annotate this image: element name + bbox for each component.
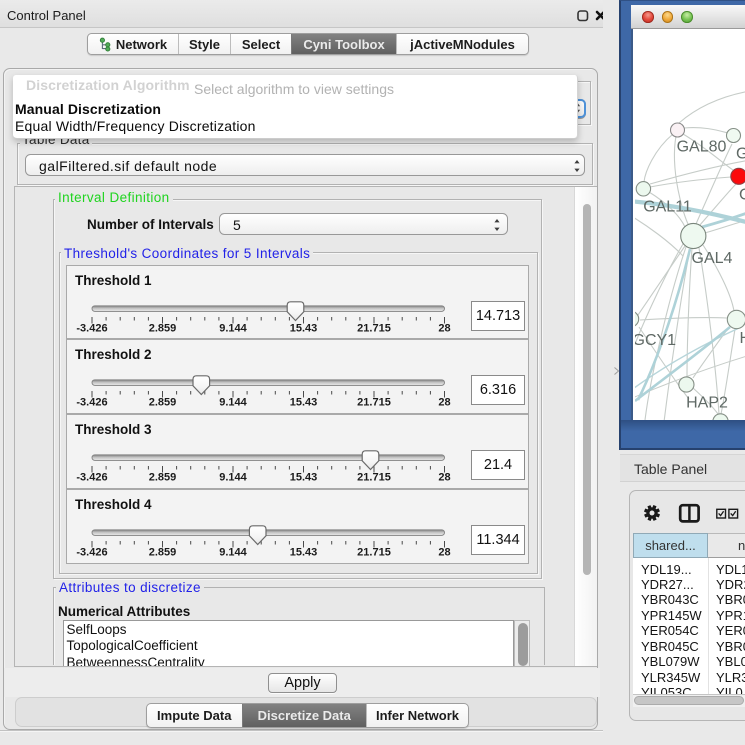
svg-text:-3.426: -3.426 bbox=[76, 472, 107, 484]
svg-text:GCY1: GCY1 bbox=[635, 332, 676, 349]
svg-text:28: 28 bbox=[438, 546, 450, 558]
svg-text:21.715: 21.715 bbox=[357, 397, 391, 409]
svg-text:9.144: 9.144 bbox=[219, 472, 247, 484]
svg-text:H: H bbox=[740, 330, 745, 347]
svg-text:28: 28 bbox=[438, 397, 450, 409]
svg-text:9.144: 9.144 bbox=[219, 323, 247, 335]
svg-text:28: 28 bbox=[438, 472, 450, 484]
svg-text:-3.426: -3.426 bbox=[76, 397, 107, 409]
svg-text:GAL80: GAL80 bbox=[677, 139, 727, 156]
svg-text:-3.426: -3.426 bbox=[76, 323, 107, 335]
svg-text:28: 28 bbox=[438, 323, 450, 335]
svg-text:C: C bbox=[739, 187, 745, 204]
svg-text:GAL11: GAL11 bbox=[643, 199, 692, 216]
svg-text:21.715: 21.715 bbox=[357, 546, 391, 558]
svg-text:21.715: 21.715 bbox=[357, 472, 391, 484]
svg-text:15.43: 15.43 bbox=[290, 472, 318, 484]
svg-text:15.43: 15.43 bbox=[290, 546, 318, 558]
svg-text:2.859: 2.859 bbox=[149, 323, 177, 335]
svg-text:HAP2: HAP2 bbox=[686, 395, 728, 412]
svg-text:15.43: 15.43 bbox=[290, 397, 318, 409]
svg-text:21.715: 21.715 bbox=[357, 323, 391, 335]
svg-text:9.144: 9.144 bbox=[219, 397, 247, 409]
svg-text:2.859: 2.859 bbox=[149, 472, 177, 484]
svg-text:-3.426: -3.426 bbox=[76, 546, 107, 558]
svg-text:15.43: 15.43 bbox=[290, 323, 318, 335]
svg-text:GAL4: GAL4 bbox=[692, 250, 733, 267]
svg-text:2.859: 2.859 bbox=[149, 546, 177, 558]
svg-text:9.144: 9.144 bbox=[219, 546, 247, 558]
svg-text:2.859: 2.859 bbox=[149, 397, 177, 409]
svg-text:GA: GA bbox=[736, 146, 745, 163]
